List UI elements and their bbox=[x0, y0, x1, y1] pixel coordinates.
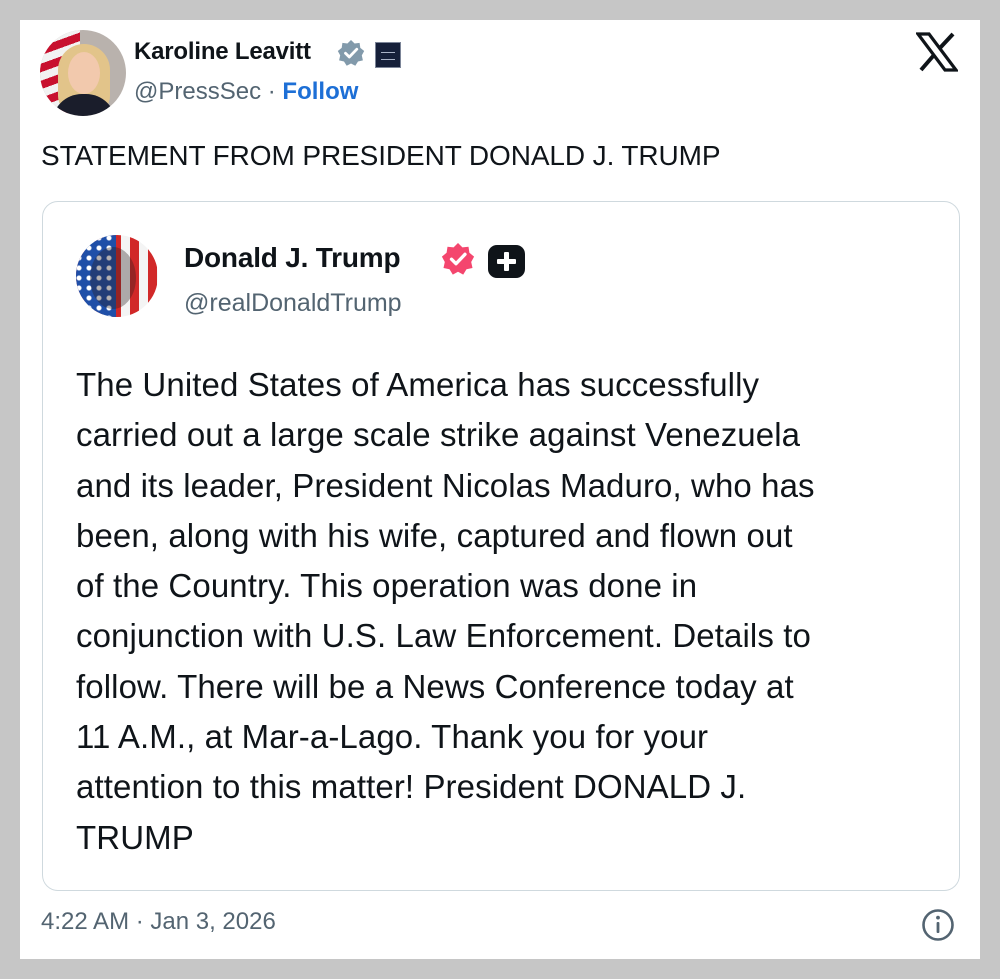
quoted-author-handle[interactable]: @realDonaldTrump bbox=[184, 289, 402, 318]
verified-badge-icon bbox=[337, 40, 365, 66]
post-timestamp[interactable]: 4:22 AM · Jan 3, 2026 bbox=[41, 908, 276, 936]
quoted-post-text: The United States of America has success… bbox=[76, 360, 946, 863]
handle-separator: · bbox=[261, 78, 283, 105]
quoted-text-line: conjunction with U.S. Law Enforcement. D… bbox=[76, 617, 811, 655]
quoted-text-line: 11 A.M., at Mar-a-Lago. Thank you for yo… bbox=[76, 718, 709, 756]
quoted-text-line: The United States of America has success… bbox=[76, 366, 760, 403]
post-text: STATEMENT FROM PRESIDENT DONALD J. TRUMP bbox=[41, 140, 721, 171]
quoted-text-line: and its leader, President Nicolas Maduro… bbox=[76, 466, 815, 504]
quoted-author-name[interactable]: Donald J. Trump bbox=[184, 242, 401, 274]
x-logo-icon[interactable] bbox=[916, 32, 958, 72]
quoted-post[interactable]: Donald J. Trump @realDonaldTrump The Uni… bbox=[42, 201, 960, 891]
info-icon[interactable] bbox=[920, 907, 956, 943]
quoted-text-line: attention to this matter! President DONA… bbox=[76, 768, 747, 806]
author-handle-row: @PressSec · Follow bbox=[134, 78, 358, 106]
follow-button[interactable]: Follow bbox=[282, 78, 358, 105]
author-avatar[interactable] bbox=[40, 30, 126, 116]
affiliate-badge-icon bbox=[375, 42, 401, 68]
plus-badge-icon bbox=[488, 245, 525, 278]
verified-badge-icon bbox=[441, 243, 475, 275]
quoted-text-line: been, along with his wife, captured and … bbox=[76, 516, 793, 554]
quoted-text-line: follow. There will be a News Conference … bbox=[76, 667, 794, 705]
quoted-author-avatar[interactable] bbox=[76, 235, 158, 317]
quoted-text-line: of the Country. This operation was done … bbox=[76, 567, 698, 605]
quoted-text-line: TRUMP bbox=[76, 818, 194, 856]
post-card: Karoline Leavitt @PressSec · Follow STAT… bbox=[20, 20, 980, 959]
quoted-text-line: carried out a large scale strike against… bbox=[76, 416, 801, 454]
author-handle[interactable]: @PressSec bbox=[134, 78, 261, 105]
author-name[interactable]: Karoline Leavitt bbox=[134, 38, 311, 66]
